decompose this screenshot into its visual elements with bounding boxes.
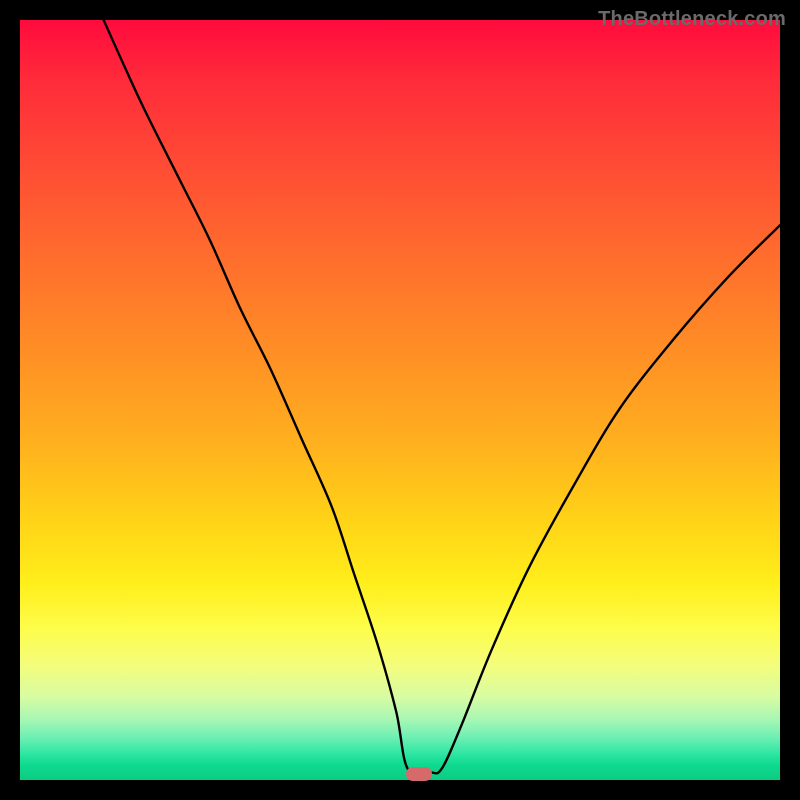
plot-area	[20, 20, 780, 780]
chart-frame: TheBottleneck.com	[0, 0, 800, 800]
watermark-text: TheBottleneck.com	[598, 8, 786, 31]
bottleneck-curve	[20, 20, 780, 780]
curve-path	[104, 20, 780, 774]
optimal-marker	[406, 767, 432, 781]
